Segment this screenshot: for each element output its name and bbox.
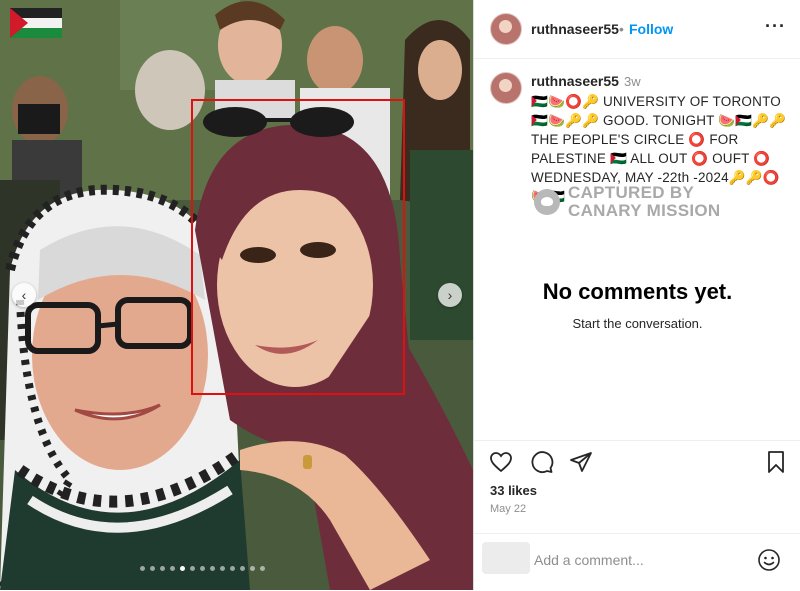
carousel-dot [240,566,245,571]
comment-input[interactable]: Add a comment... [534,552,644,568]
canary-mission-logo-icon [534,189,560,215]
follow-button[interactable]: Follow [629,21,673,37]
carousel-dot [170,566,175,571]
post-actions [474,440,800,481]
face-highlight-box [191,99,405,395]
previous-photo-button[interactable]: ‹ [12,283,36,307]
carousel-dot [150,566,155,571]
carousel-dot [230,566,235,571]
carousel-dot [220,566,225,571]
carousel-dot [260,566,265,571]
header-username[interactable]: ruthnaseer55 [531,21,619,37]
blurred-avatar [482,542,530,574]
post-side-panel: ruthnaseer55 • Follow ··· ruthnaseer55 3… [473,0,800,590]
start-conversation-text: Start the conversation. [572,316,703,331]
post-time-ago[interactable]: 3w [624,74,641,89]
avatar[interactable] [490,13,522,45]
no-comments-heading: No comments yet. [542,279,733,304]
watermark: CAPTURED BY CANARY MISSION [534,184,721,220]
more-icon[interactable]: ··· [765,16,786,37]
separator-dot: • [619,21,624,37]
emoji-icon[interactable] [757,548,781,572]
chevron-right-icon: › [447,287,453,303]
carousel-dot [180,566,185,571]
watermark-line-2: CANARY MISSION [568,201,721,220]
chevron-left-icon: ‹ [21,287,27,303]
comment-bar: Add a comment... [474,533,800,591]
carousel-dot [210,566,215,571]
heart-icon[interactable] [488,450,514,474]
post-header: ruthnaseer55 • Follow ··· [474,0,800,59]
carousel-dots [140,566,265,571]
watermark-line-1: CAPTURED BY [568,183,695,202]
carousel-dot [250,566,255,571]
post-photo: ‹ › [0,0,473,590]
share-icon[interactable] [568,450,594,474]
carousel-dot [160,566,165,571]
caption-username[interactable]: ruthnaseer55 [531,73,619,89]
carousel-dot [190,566,195,571]
comment-icon[interactable] [529,450,555,474]
carousel-dot [140,566,145,571]
likes-count[interactable]: 33 likes [490,483,537,498]
carousel-dot [200,566,205,571]
next-photo-button[interactable]: › [438,283,462,307]
bookmark-icon[interactable] [764,450,788,474]
post-date: May 22 [490,503,527,515]
caption-avatar[interactable] [490,72,522,104]
